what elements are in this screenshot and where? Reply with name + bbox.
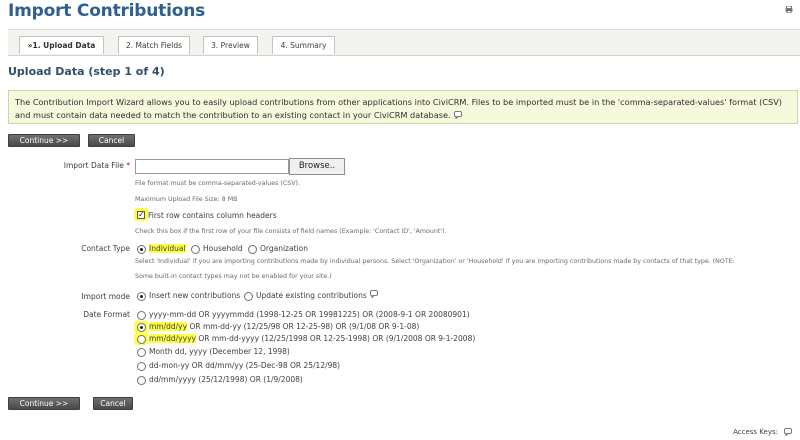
tab-preview[interactable]: 3. Preview — [203, 36, 258, 54]
browse-button[interactable]: Browse.. — [289, 158, 345, 175]
import-mode-insert-radio[interactable] — [137, 292, 146, 301]
date-format-option-3-radio[interactable] — [137, 335, 146, 344]
column-headers-checkbox[interactable]: ✓ — [137, 210, 145, 219]
tab-summary[interactable]: 4. Summary — [272, 36, 335, 54]
help-icon[interactable] — [784, 428, 792, 436]
contact-type-organization-label: Organization — [260, 244, 308, 253]
print-icon[interactable] — [785, 6, 793, 13]
cancel-button-top[interactable]: Cancel — [88, 134, 135, 147]
help-icon[interactable] — [370, 290, 378, 298]
column-headers-label: First row contains column headers — [148, 211, 277, 220]
contact-type-desc-2: Some built-in contact types may not be e… — [135, 273, 332, 280]
date-format-option-3-label: mm/dd/yyyy OR mm-dd-yyyy (12/25/1998 OR … — [149, 334, 476, 343]
date-format-option-2-label: mm/dd/yy OR mm-dd-yy (12/25/98 OR 12-25-… — [149, 322, 420, 331]
help-text-line-1: The Contribution Import Wizard allows yo… — [15, 97, 783, 107]
import-mode-update-label: Update existing contributions — [256, 291, 367, 300]
contact-type-desc-1: Select 'Individual' if you are importing… — [135, 258, 735, 265]
continue-button-bottom[interactable]: Continue >> — [8, 397, 80, 410]
max-upload-size: Maximum Upload File Size: 8 MB — [135, 196, 238, 203]
contact-type-individual-radio[interactable] — [137, 245, 146, 254]
cancel-button-bottom[interactable]: Cancel — [93, 397, 133, 410]
tab-upload-data[interactable]: »1. Upload Data — [19, 36, 104, 54]
import-mode-insert-label: Insert new contributions — [149, 291, 241, 300]
date-format-option-4-radio[interactable] — [137, 348, 146, 357]
contact-type-household-label: Household — [203, 244, 243, 253]
import-file-label: Import Data File * — [63, 161, 130, 170]
help-text-line-2: and must contain data needed to match th… — [15, 109, 791, 122]
help-icon[interactable] — [453, 111, 462, 119]
import-mode-label: Import mode — [81, 292, 130, 301]
date-format-option-2-radio[interactable] — [137, 323, 146, 332]
date-format-option-6-radio[interactable] — [137, 376, 146, 385]
checkmark-icon: ✓ — [138, 210, 145, 219]
access-keys-label: Access Keys: — [733, 428, 778, 436]
import-file-input[interactable] — [135, 159, 289, 174]
wizard-help-box: The Contribution Import Wizard allows yo… — [8, 90, 798, 124]
file-format-note: File format must be comma-separated-valu… — [135, 180, 301, 187]
date-format-option-6-label: dd/mm/yyyy (25/12/1998) OR (1/9/2008) — [149, 375, 303, 384]
date-format-option-5-label: dd-mon-yy OR dd/mm/yy (25-Dec-98 OR 25/1… — [149, 361, 341, 370]
contact-type-household-radio[interactable] — [191, 245, 200, 254]
wizard-steps-bar: »1. Upload Data 2. Match Fields 3. Previ… — [8, 29, 800, 56]
contact-type-individual-label: Individual — [149, 244, 186, 253]
contact-type-organization-radio[interactable] — [248, 245, 257, 254]
page-title: Import Contributions — [8, 1, 206, 21]
continue-button-top[interactable]: Continue >> — [8, 134, 80, 147]
step-heading: Upload Data (step 1 of 4) — [8, 65, 165, 78]
date-format-option-1-radio[interactable] — [137, 311, 146, 320]
date-format-option-5-radio[interactable] — [137, 362, 146, 371]
tab-match-fields[interactable]: 2. Match Fields — [118, 36, 190, 54]
date-format-option-1-label: yyyy-mm-dd OR yyyymmdd (1998-12-25 OR 19… — [149, 310, 470, 319]
import-mode-update-radio[interactable] — [244, 292, 253, 301]
date-format-label: Date Format — [83, 310, 130, 319]
contact-type-label: Contact Type — [81, 244, 130, 253]
date-format-option-4-label: Month dd, yyyy (December 12, 1998) — [149, 347, 290, 356]
column-headers-desc: Check this box if the first row of your … — [135, 228, 447, 235]
